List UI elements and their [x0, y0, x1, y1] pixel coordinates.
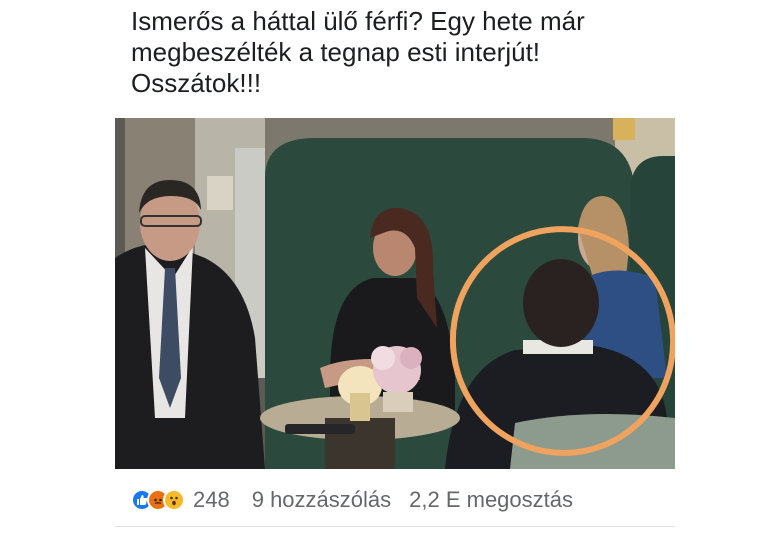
post-text: Ismerős a háttal ülő férfi? Egy hete már… [131, 6, 585, 98]
comments-link[interactable]: 9 hozzászólás [252, 487, 391, 513]
post-card: Ismerős a háttal ülő férfi? Egy hete már… [115, 0, 675, 533]
reaction-icons[interactable] [131, 489, 185, 511]
reaction-count[interactable]: 248 [193, 487, 230, 513]
post-photo[interactable] [115, 118, 675, 469]
post-stats: 248 9 hozzászólás 2,2 E megosztás [131, 482, 671, 518]
wow-icon [163, 489, 185, 511]
photo-image [115, 118, 675, 469]
divider [115, 526, 675, 527]
shares-link[interactable]: 2,2 E megosztás [409, 487, 573, 513]
